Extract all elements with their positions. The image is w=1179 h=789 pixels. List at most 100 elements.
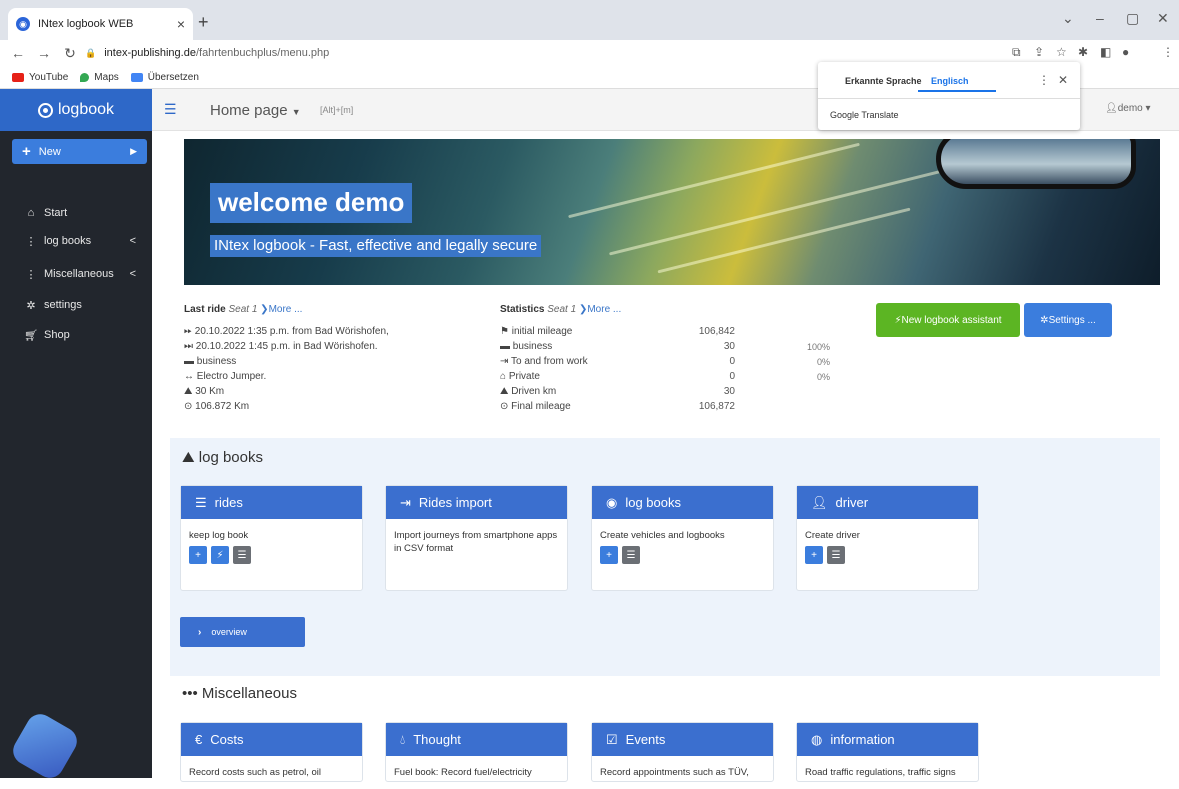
quick-ride-button[interactable]: ⚡︎	[211, 546, 229, 564]
last-ride-odometer: ⊙ 106.872 Km	[184, 401, 249, 412]
bookmark-youtube[interactable]: YouTube	[12, 72, 68, 83]
maximize-icon[interactable]: ▢	[1126, 10, 1139, 27]
extensions-icon[interactable]: ✱	[1078, 45, 1088, 59]
share-icon[interactable]: ⇪	[1034, 45, 1044, 59]
last-ride-end: ⏭︎ 20.10.2022 1:45 p.m. in Bad Wörishofe…	[184, 341, 378, 352]
tab-search-icon[interactable]: ⌄	[1062, 10, 1074, 27]
end-icon: ⏭︎	[184, 341, 196, 352]
misc-section-title: ••• Miscellaneous	[182, 685, 297, 702]
add-ride-button[interactable]: +	[189, 546, 207, 564]
translate-icon[interactable]: ⧉	[1012, 45, 1021, 60]
last-ride-end-text: 20.10.2022 1:45 p.m. in Bad Wörishofen.	[195, 341, 378, 352]
new-tab-button[interactable]: +	[198, 12, 209, 33]
dots-vertical-icon: ⋮	[25, 268, 37, 281]
star-icon[interactable]: ☆	[1056, 45, 1067, 59]
section-title-text: log books	[198, 449, 263, 466]
browser-menu-icon[interactable]: ⋮	[1162, 45, 1174, 59]
overview-button[interactable]: › overview	[180, 617, 305, 647]
card-events: ☑ Events Record appointments such as TÜV,	[591, 722, 774, 782]
forward-icon[interactable]: →	[36, 45, 52, 61]
card-log-books: ◉ log books Create vehicles and logbooks …	[591, 485, 774, 591]
bookmark-translate[interactable]: Übersetzen	[130, 71, 199, 83]
road-icon: ⛰︎	[182, 449, 199, 466]
plus-icon: +	[22, 143, 31, 160]
ride-list-button[interactable]: ☰	[233, 546, 251, 564]
stat-label-text: Final mileage	[511, 401, 571, 412]
card-thought: 💧︎ Thought Fuel book: Record fuel/electri…	[385, 722, 568, 782]
card-text: Road traffic regulations, traffic signs	[805, 767, 956, 778]
card-header[interactable]: ☰ rides	[181, 486, 362, 519]
add-logbook-button[interactable]: +	[600, 546, 618, 564]
stat-percent: 0%	[816, 357, 830, 367]
logbook-list-button[interactable]: ☰	[622, 546, 640, 564]
settings-button[interactable]: ✲ Settings ...	[1024, 303, 1112, 337]
card-text: Import journeys from smartphone apps in …	[394, 530, 558, 554]
stat-value: 30	[723, 386, 735, 397]
last-ride-header: Last ride Seat 1 ❯More ...	[184, 304, 302, 315]
stat-label: ⊙ Final mileage	[500, 401, 571, 412]
bookmark-maps[interactable]: Maps	[80, 72, 119, 83]
card-title: Thought	[413, 732, 461, 747]
stat-value: 0	[729, 356, 735, 367]
new-logbook-assistant-button[interactable]: ⚡︎ New logbook assistant	[876, 303, 1020, 337]
url-host: intex-publishing.de	[104, 47, 196, 59]
chevron-left-icon: <	[129, 268, 136, 280]
stat-label-text: Private	[508, 371, 540, 382]
sidebar-item-settings[interactable]: ✲ settings	[0, 294, 152, 316]
translate-menu-icon[interactable]: ⋮	[1038, 73, 1050, 87]
sidepanel-icon[interactable]: ◧	[1100, 45, 1111, 59]
new-button-label: New	[38, 145, 61, 158]
checkbox-icon: ☑	[606, 731, 618, 747]
card-header[interactable]: ◍ information	[797, 723, 978, 756]
reload-icon[interactable]: ↻	[62, 45, 78, 62]
shortcut-hint: [Alt]+[m]	[320, 105, 354, 115]
last-ride-purpose-text: business	[196, 356, 237, 367]
stat-percent: 100%	[806, 342, 830, 352]
sidebar-item-label: log books	[44, 235, 92, 247]
sidebar-item-start[interactable]: ⌂ Start	[0, 202, 152, 224]
tab-close-icon[interactable]: ×	[177, 16, 185, 32]
driver-list-button[interactable]: ☰	[827, 546, 845, 564]
profile-icon[interactable]: ●	[1122, 45, 1129, 59]
card-header[interactable]: 💧︎ Thought	[386, 723, 567, 756]
new-button[interactable]: + New ▶	[12, 139, 147, 164]
divider	[818, 98, 1080, 99]
last-ride-more-link[interactable]: ❯More ...	[260, 304, 302, 315]
brand-logo[interactable]: logbook	[0, 89, 152, 131]
settings-label: Settings ...	[1048, 314, 1096, 326]
drop-icon: 💧︎	[400, 731, 406, 747]
statistics-title: Statistics	[500, 304, 545, 315]
minimize-icon[interactable]: –	[1096, 10, 1104, 26]
statistics-more-link[interactable]: ❯More ...	[579, 304, 621, 315]
detected-language-tab[interactable]: Erkannte Sprache	[845, 76, 922, 86]
page-title-dropdown[interactable]: Home page ▼	[210, 102, 301, 119]
last-ride-start: ⏩︎ 20.10.2022 1:35 p.m. from Bad Wörisho…	[184, 326, 389, 337]
sidebar-item-miscellaneous[interactable]: ⋮ Miscellaneous <	[0, 263, 152, 285]
close-window-icon[interactable]: ✕	[1157, 10, 1169, 27]
card-header[interactable]: € Costs	[181, 723, 362, 756]
card-header[interactable]: ☑ Events	[592, 723, 773, 756]
close-icon[interactable]: ✕	[1058, 73, 1068, 87]
stat-label-text: initial mileage	[511, 326, 573, 337]
english-language-tab[interactable]: Englisch	[931, 76, 969, 86]
last-ride-distance-text: 30 Km	[195, 386, 225, 397]
stat-label: ⛰︎ Driven km	[500, 386, 556, 397]
lock-icon: 🔒	[85, 47, 97, 58]
add-driver-button[interactable]: +	[805, 546, 823, 564]
url-field[interactable]: 🔒 intex-publishing.de/fahrtenbuchplus/me…	[85, 43, 1005, 63]
sidebar-item-log-books[interactable]: ⋮ log books <	[0, 230, 152, 252]
welcome-banner: welcome demo INtex logbook - Fast, effec…	[184, 139, 1160, 285]
card-header[interactable]: ◉ log books	[592, 486, 773, 519]
card-title: Costs	[210, 732, 244, 747]
sidebar-item-shop[interactable]: 🛒︎ Shop	[0, 324, 152, 346]
bookmark-label: Übersetzen	[147, 71, 199, 83]
user-menu[interactable]: 👤︎demo ▾	[1105, 103, 1151, 114]
card-header[interactable]: ⇥ Rides import	[386, 486, 567, 519]
clock-icon: ⊙	[500, 401, 512, 412]
card-text: Fuel book: Record fuel/electricity	[394, 767, 532, 778]
logbooks-section-title: ⛰︎ log books	[182, 449, 263, 466]
card-header[interactable]: 👤︎ driver	[797, 486, 978, 519]
back-icon[interactable]: ←	[10, 45, 26, 61]
hamburger-menu-icon[interactable]: ☰	[164, 101, 177, 118]
browser-tab[interactable]: ◉ INtex logbook WEB ×	[8, 8, 193, 40]
